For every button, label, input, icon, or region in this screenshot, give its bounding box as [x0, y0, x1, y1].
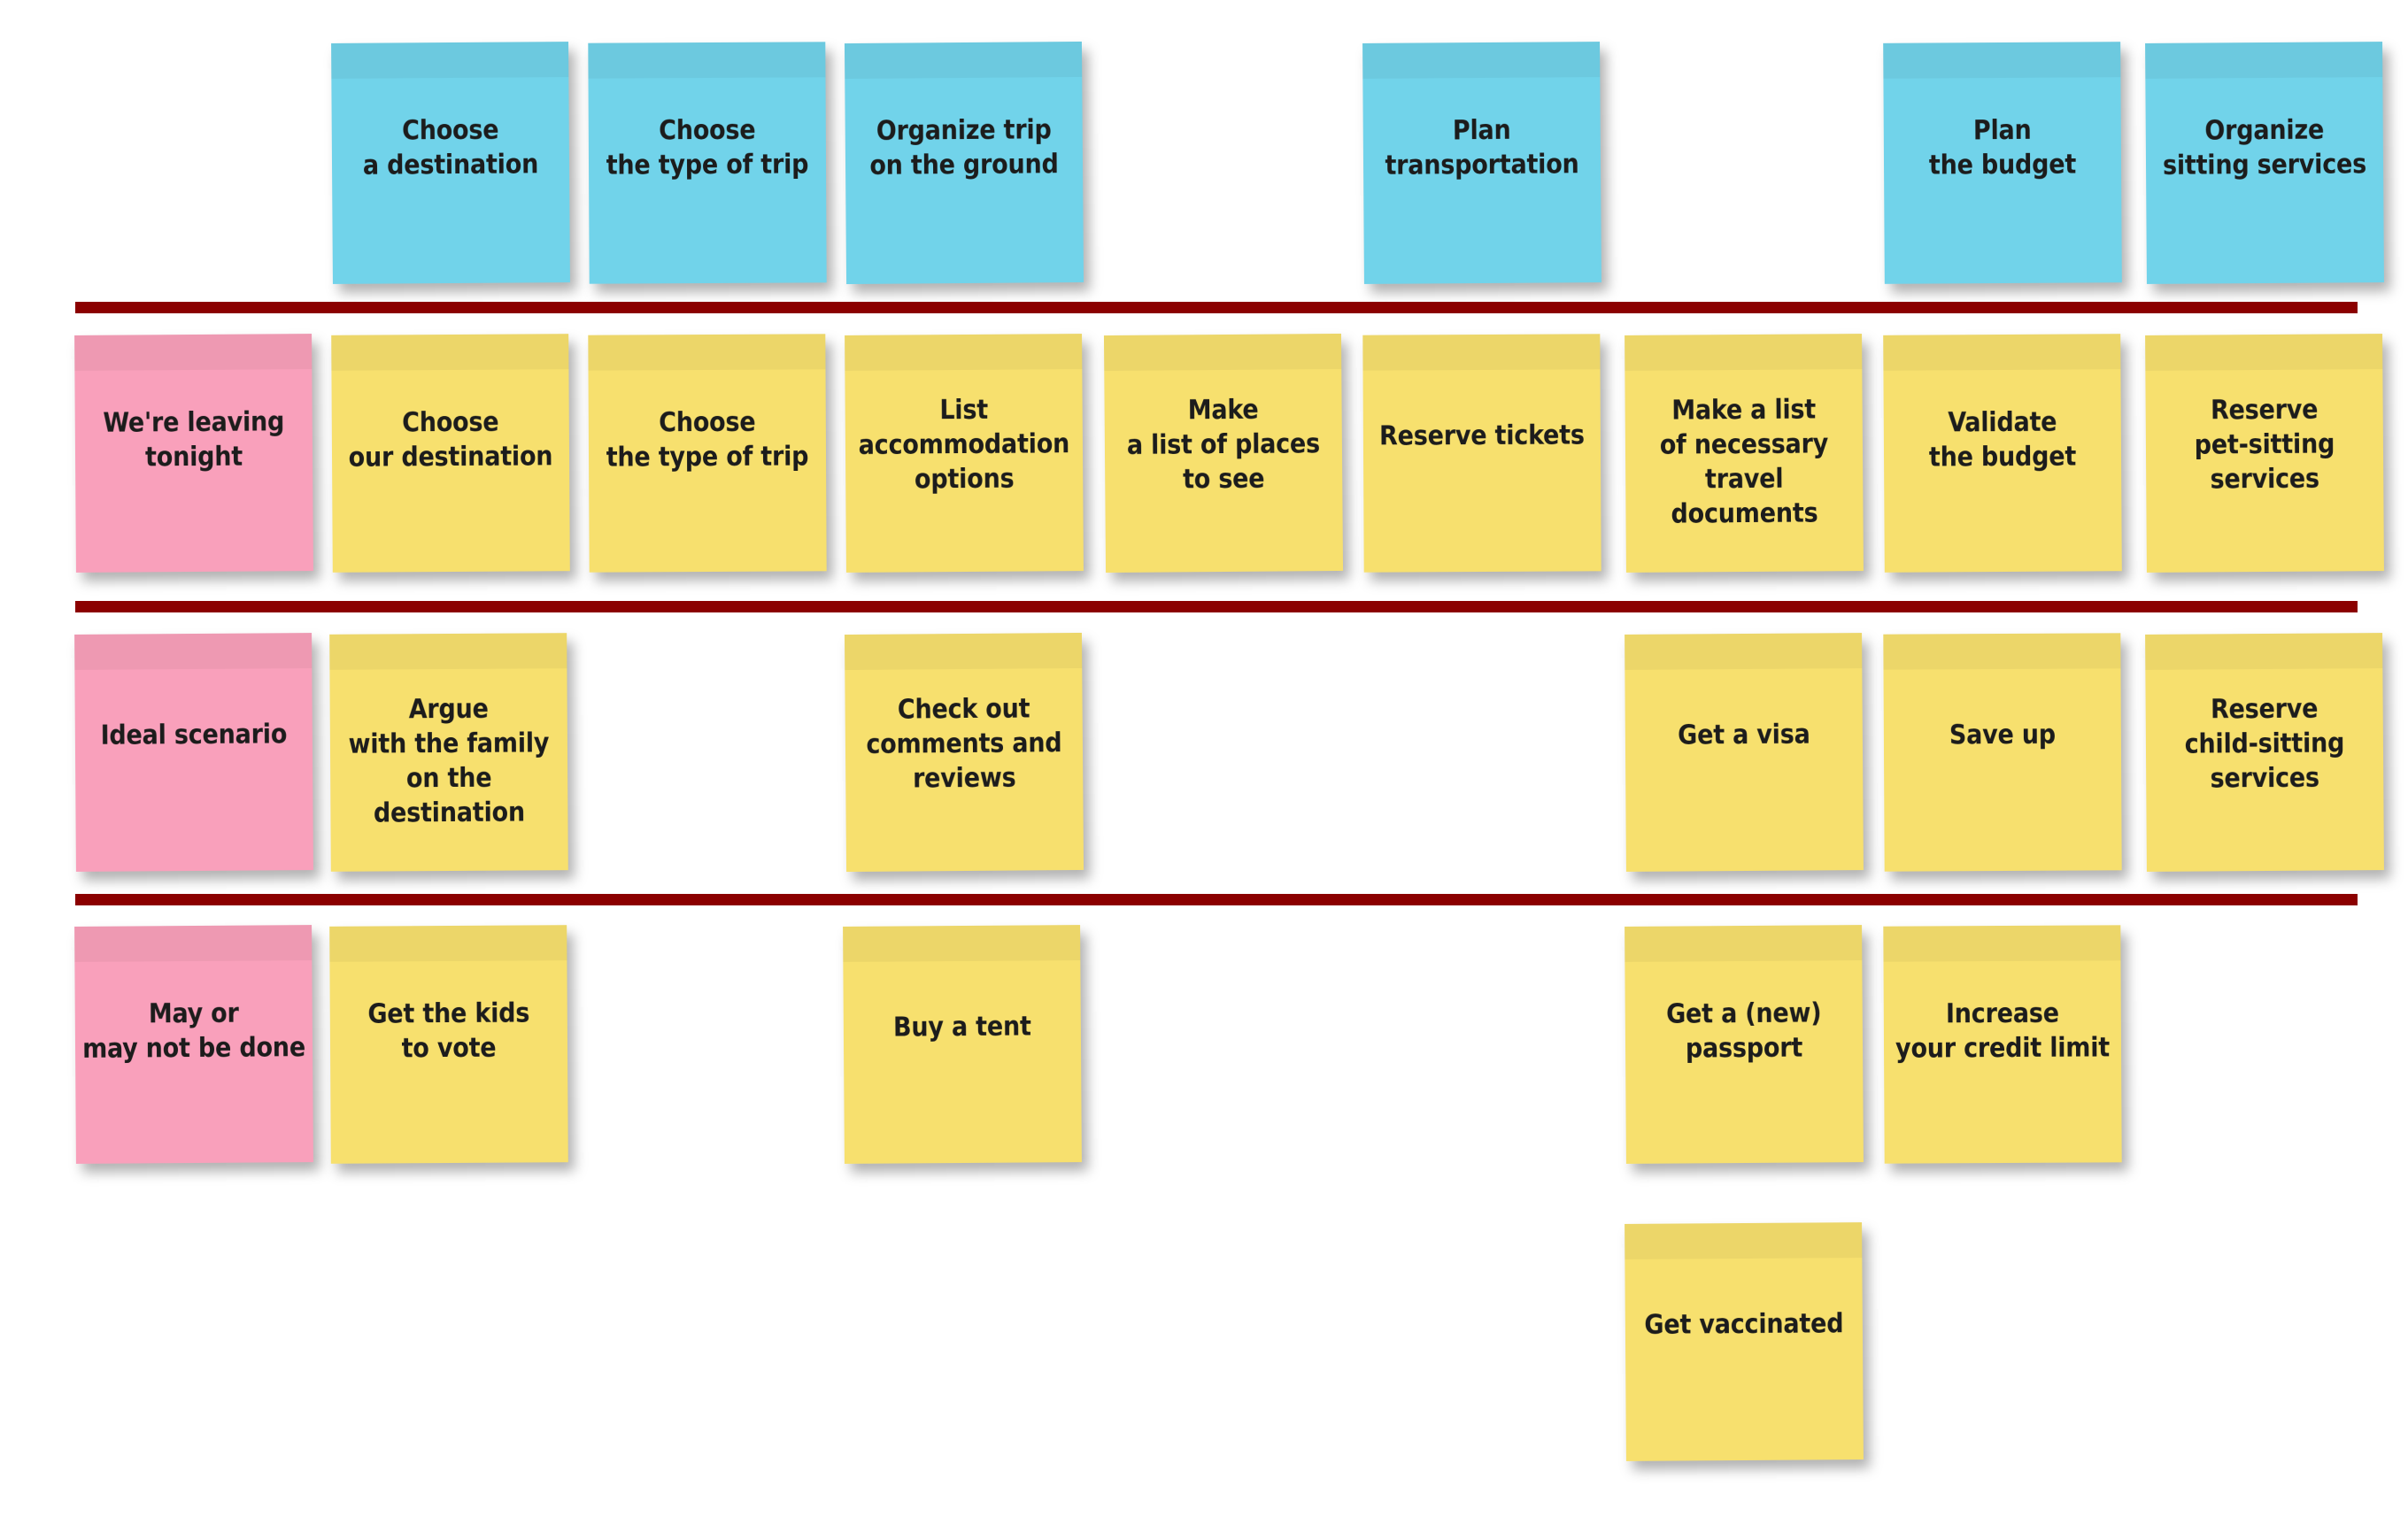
- activity-note-organize-sitting-services[interactable]: Organize sitting services: [2145, 42, 2384, 284]
- release-label-text: Ideal scenario: [100, 719, 288, 751]
- story-note-validate-the-budget[interactable]: Validate the budget: [1883, 334, 2122, 573]
- activity-note-label: Plan the budget: [1928, 114, 2077, 181]
- story-note-label: Get the kids to vote: [367, 997, 530, 1065]
- story-note-label: Reserve tickets: [1378, 420, 1585, 452]
- story-note-label: Buy a tent: [892, 1011, 1031, 1043]
- story-note-get-the-kids-to-vote[interactable]: Get the kids to vote: [329, 925, 568, 1164]
- activity-note-organize-trip-on-the-ground[interactable]: Organize trip on the ground: [844, 41, 1084, 285]
- story-note-label: Reserve child-sitting services: [2184, 693, 2345, 795]
- activity-note-label: Choose the type of trip: [606, 114, 809, 181]
- story-map-board: Choose a destination Choose the type of …: [0, 0, 2408, 1540]
- story-note-reserve-child-sitting-services[interactable]: Reserve child-sitting services: [2145, 633, 2384, 872]
- story-note-label: Get a visa: [1678, 719, 1810, 751]
- story-note-choose-our-destination[interactable]: Choose our destination: [331, 334, 570, 573]
- story-note-label: List accommodation options: [858, 394, 1070, 496]
- story-note-reserve-pet-sitting-services[interactable]: Reserve pet-sitting services: [2145, 334, 2384, 573]
- activity-note-label: Plan transportation: [1385, 114, 1579, 181]
- story-note-get-a-new-passport[interactable]: Get a (new) passport: [1625, 925, 1864, 1164]
- release-label-ideal-scenario[interactable]: Ideal scenario: [74, 633, 313, 872]
- release-divider-1: [75, 302, 2358, 313]
- story-note-reserve-tickets[interactable]: Reserve tickets: [1362, 334, 1601, 573]
- story-note-label: Reserve pet-sitting services: [2194, 394, 2335, 496]
- story-note-label: Get a (new) passport: [1665, 997, 1822, 1065]
- story-note-label: Check out comments and reviews: [866, 693, 1062, 795]
- story-note-label: Increase your credit limit: [1895, 997, 2111, 1065]
- activity-note-plan-the-budget[interactable]: Plan the budget: [1883, 42, 2122, 284]
- story-note-label: Choose our destination: [348, 406, 553, 474]
- activity-note-label: Choose a destination: [362, 114, 539, 181]
- story-note-label: Validate the budget: [1928, 406, 2077, 474]
- story-note-get-vaccinated[interactable]: Get vaccinated: [1625, 1222, 1864, 1461]
- story-note-label: Argue with the family on the destination: [348, 693, 550, 829]
- release-divider-3: [75, 894, 2358, 905]
- story-note-label: Get vaccinated: [1644, 1308, 1844, 1341]
- story-note-make-a-list-of-places-to-see[interactable]: Make a list of places to see: [1103, 333, 1344, 574]
- activity-note-choose-the-type-of-trip[interactable]: Choose the type of trip: [588, 42, 827, 284]
- story-note-buy-a-tent[interactable]: Buy a tent: [843, 925, 1082, 1164]
- story-note-argue-with-the-family-on-the-destination[interactable]: Argue with the family on the destination: [329, 633, 568, 872]
- activity-note-plan-transportation[interactable]: Plan transportation: [1362, 42, 1601, 284]
- story-note-get-a-visa[interactable]: Get a visa: [1625, 633, 1864, 872]
- story-note-check-out-comments-and-reviews[interactable]: Check out comments and reviews: [844, 632, 1084, 873]
- story-note-label: Make a list of necessary travel document…: [1659, 394, 1829, 530]
- release-label-text: We're leaving tonight: [103, 406, 285, 474]
- story-note-label: Save up: [1949, 719, 2057, 751]
- story-note-increase-your-credit-limit[interactable]: Increase your credit limit: [1883, 925, 2122, 1164]
- release-label-may-or-may-not-be-done[interactable]: May or may not be done: [74, 925, 313, 1164]
- story-note-label: Choose the type of trip: [606, 406, 809, 474]
- activity-note-label: Organize sitting services: [2162, 114, 2367, 181]
- release-label-text: May or may not be done: [81, 997, 306, 1065]
- activity-note-label: Organize trip on the ground: [869, 114, 1059, 181]
- story-note-list-accommodation-options[interactable]: List accommodation options: [845, 334, 1084, 573]
- activity-note-choose-a-destination[interactable]: Choose a destination: [331, 42, 570, 284]
- story-note-save-up[interactable]: Save up: [1883, 633, 2122, 872]
- story-note-choose-the-type-of-trip[interactable]: Choose the type of trip: [588, 334, 827, 573]
- release-divider-2: [75, 601, 2358, 612]
- story-note-make-a-list-of-necessary-travel-documents[interactable]: Make a list of necessary travel document…: [1625, 334, 1864, 573]
- story-note-label: Make a list of places to see: [1126, 394, 1321, 496]
- release-label-were-leaving-tonight[interactable]: We're leaving tonight: [74, 334, 313, 573]
